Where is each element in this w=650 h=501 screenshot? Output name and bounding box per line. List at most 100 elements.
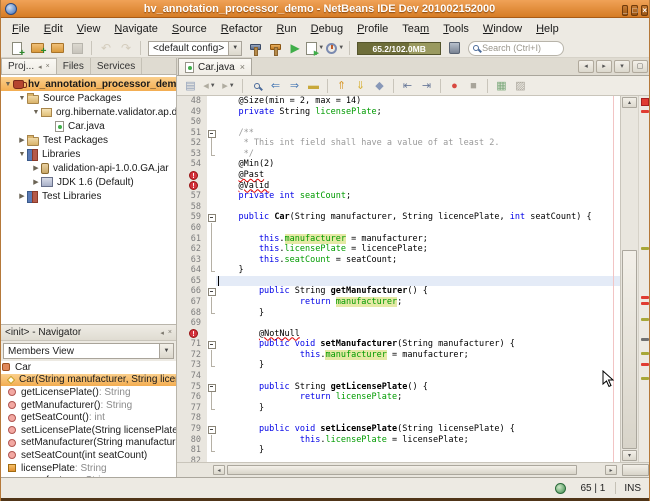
- fold-marker[interactable]: [207, 424, 216, 435]
- tab-services[interactable]: Services: [91, 58, 142, 74]
- code-line[interactable]: ! @NotNull: [177, 329, 620, 340]
- code-line[interactable]: 57 private int seatCount;: [177, 191, 620, 202]
- uncomment-button[interactable]: ▨: [512, 78, 529, 93]
- code-line[interactable]: 74: [177, 371, 620, 382]
- navigator-item[interactable]: getSeatCount() : int: [1, 411, 176, 424]
- minimize-button[interactable]: _: [622, 5, 628, 16]
- tab-list-button[interactable]: ▾: [614, 60, 630, 73]
- navigator-item[interactable]: setLicensePlate(String licensePlate): [1, 424, 176, 437]
- menu-navigate[interactable]: Navigate: [107, 21, 164, 37]
- previous-bookmark-button[interactable]: ⇑: [333, 78, 350, 93]
- code-line[interactable]: 68 }: [177, 308, 620, 319]
- tree-item[interactable]: ▶Test Packages: [1, 133, 176, 147]
- debug-button[interactable]: ▼: [306, 40, 324, 56]
- build-button[interactable]: [246, 40, 264, 56]
- fold-marker[interactable]: [207, 286, 216, 297]
- menu-team[interactable]: Team: [395, 21, 436, 37]
- tree-item[interactable]: ▶JDK 1.6 (Default): [1, 175, 176, 189]
- code-line[interactable]: 52 * This int field shall have a value o…: [177, 138, 620, 149]
- scroll-down-icon[interactable]: ▾: [622, 450, 637, 461]
- close-button[interactable]: ×: [641, 5, 648, 16]
- scroll-tabs-left-button[interactable]: ◂: [578, 60, 594, 73]
- back-button[interactable]: ◂▼: [201, 78, 218, 93]
- fold-marker[interactable]: [207, 339, 216, 350]
- toggle-highlight-button[interactable]: ▬: [305, 78, 322, 93]
- shift-line-left-button[interactable]: ⇤: [399, 78, 416, 93]
- error-stripe-mark[interactable]: [641, 296, 649, 299]
- code-line[interactable]: ! @Valid: [177, 181, 620, 192]
- forward-button[interactable]: ▸▼: [220, 78, 237, 93]
- fold-marker[interactable]: [207, 128, 216, 139]
- config-select[interactable]: <default config>▼: [148, 41, 242, 56]
- code-line[interactable]: 79 public void setLicensePlate(String li…: [177, 424, 620, 435]
- code-line[interactable]: 48 @Size(min = 2, max = 14): [177, 96, 620, 107]
- error-icon[interactable]: !: [189, 181, 198, 190]
- next-bookmark-button[interactable]: ⇓: [352, 78, 369, 93]
- scrollbar-thumb[interactable]: [227, 465, 577, 475]
- code-line[interactable]: 66 public String getManufacturer() {: [177, 286, 620, 297]
- menu-profile[interactable]: Profile: [350, 21, 395, 37]
- tree-item[interactable]: ▼org.hibernate.validator.ap.dem: [1, 105, 176, 119]
- code-line[interactable]: 73 }: [177, 360, 620, 371]
- error-icon[interactable]: !: [189, 329, 198, 338]
- minimize-window-icon[interactable]: ◂: [160, 329, 164, 337]
- menu-file[interactable]: File: [5, 21, 37, 37]
- code-line[interactable]: 53 */: [177, 149, 620, 160]
- chevron-down-icon[interactable]: ▼: [228, 42, 241, 55]
- error-stripe-mark[interactable]: [641, 363, 649, 366]
- code-line[interactable]: 64 }: [177, 265, 620, 276]
- gc-button[interactable]: [445, 40, 463, 56]
- comment-button[interactable]: ▦: [493, 78, 510, 93]
- error-stripe-mark[interactable]: [641, 377, 649, 380]
- file-error-indicator[interactable]: [641, 98, 649, 106]
- projects-tree[interactable]: ▼hv_annotation_processor_dem▼Source Pack…: [1, 75, 176, 324]
- new-project-button[interactable]: [28, 40, 46, 56]
- scroll-left-icon[interactable]: ◂: [213, 465, 225, 475]
- stop-macro-recording-button[interactable]: ■: [465, 78, 482, 93]
- tree-item[interactable]: ▼Libraries: [1, 147, 176, 161]
- navigator-item[interactable]: licensePlate : String: [1, 462, 176, 475]
- close-tab-icon[interactable]: ×: [240, 62, 245, 72]
- scroll-tabs-right-button[interactable]: ▸: [596, 60, 612, 73]
- new-file-button[interactable]: [8, 40, 26, 56]
- tree-item[interactable]: ▶Test Libraries: [1, 189, 176, 203]
- tree-item[interactable]: ▼hv_annotation_processor_dem: [1, 77, 176, 91]
- error-stripe-mark[interactable]: [641, 352, 649, 355]
- menu-window[interactable]: Window: [476, 21, 529, 37]
- title-bar[interactable]: hv_annotation_processor_demo - NetBeans …: [1, 0, 650, 18]
- code-line[interactable]: 62 this.licensePlate = licencePlate;: [177, 244, 620, 255]
- profile-button[interactable]: ▼: [326, 40, 344, 56]
- fold-marker[interactable]: [207, 212, 216, 223]
- navigator-item[interactable]: getManufacturer() : String: [1, 399, 176, 412]
- expander-icon[interactable]: ▶: [17, 136, 27, 144]
- minimize-window-icon[interactable]: ◂: [38, 63, 42, 71]
- editor-horizontal-scrollbar[interactable]: ◂ ▸: [177, 462, 650, 477]
- code-line[interactable]: 80 this.licensePlate = licensePlate;: [177, 435, 620, 446]
- clean-build-button[interactable]: [266, 40, 284, 56]
- code-line[interactable]: 77 }: [177, 403, 620, 414]
- menu-tools[interactable]: Tools: [436, 21, 476, 37]
- tab-car-java[interactable]: Car.java ×: [178, 58, 252, 75]
- menu-refactor[interactable]: Refactor: [214, 21, 270, 37]
- navigator-item[interactable]: Car(String manufacturer, String licenc: [1, 374, 176, 387]
- code-line[interactable]: 78: [177, 413, 620, 424]
- expander-icon[interactable]: ▼: [17, 151, 27, 158]
- error-stripe-mark[interactable]: [641, 338, 649, 341]
- code-line[interactable]: 49 private String licensePlate;: [177, 107, 620, 118]
- menu-view[interactable]: View: [70, 21, 108, 37]
- expander-icon[interactable]: ▶: [31, 164, 41, 172]
- expander-icon[interactable]: ▼: [17, 95, 27, 102]
- navigator-item[interactable]: setManufacturer(String manufacturer): [1, 437, 176, 450]
- navigator-item[interactable]: Car: [1, 361, 176, 374]
- find-next-button[interactable]: ⇒: [286, 78, 303, 93]
- code-line[interactable]: 51 /**: [177, 128, 620, 139]
- start-macro-recording-button[interactable]: ●: [446, 78, 463, 93]
- find-button[interactable]: [248, 78, 265, 93]
- code-line[interactable]: 60: [177, 223, 620, 234]
- maximize-editor-button[interactable]: ▢: [632, 60, 648, 73]
- tab-proj[interactable]: Proj...◂×: [1, 58, 57, 74]
- error-icon[interactable]: !: [189, 171, 198, 180]
- code-line[interactable]: 65: [177, 276, 620, 287]
- code-line[interactable]: 67 return manufacturer;: [177, 297, 620, 308]
- toggle-bookmark-button[interactable]: ◆: [371, 78, 388, 93]
